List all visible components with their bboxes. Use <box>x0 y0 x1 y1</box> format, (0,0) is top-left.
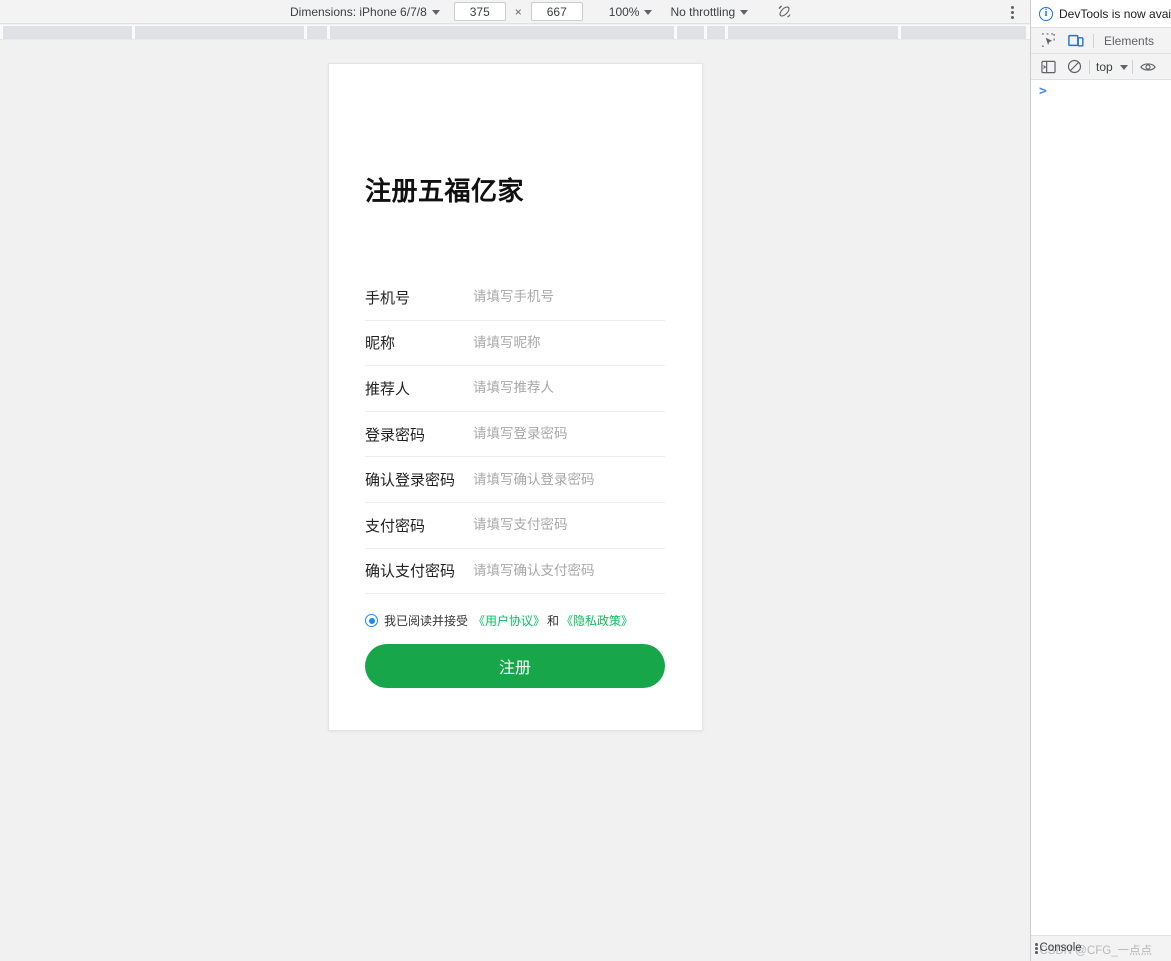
devtools-statusbar: CSDN @CFG_一点点 Console <box>1031 935 1171 961</box>
toolbar-divider <box>1093 33 1094 48</box>
viewport-height-input[interactable] <box>530 2 583 21</box>
registration-page: 注册五福亿家 手机号 昵称 推荐人 登录密码 <box>329 64 702 730</box>
devtools-notice-bar: i DevTools is now avail <box>1031 0 1171 28</box>
nickname-input[interactable] <box>473 334 665 351</box>
form-row-login-password: 登录密码 <box>365 412 665 458</box>
viewport-width-input[interactable] <box>453 2 506 21</box>
chevron-down-icon <box>644 10 653 15</box>
device-select-label: Dimensions: iPhone 6/7/8 <box>290 4 427 19</box>
agreement-row: 我已阅读并接受 《用户协议》 和 《隐私政策》 <box>365 612 633 629</box>
dot <box>1010 10 1014 14</box>
toolbar-divider <box>1131 59 1133 74</box>
confirm-pay-password-input[interactable] <box>473 562 665 579</box>
device-emulation-area: Dimensions: iPhone 6/7/8 × 100% No throt… <box>0 0 1030 961</box>
console-toolbar: top <box>1031 54 1171 80</box>
dot <box>1010 15 1014 19</box>
devtools-notice-text: DevTools is now avail <box>1059 6 1171 21</box>
field-label-confirm-pay-password: 确认支付密码 <box>365 562 456 581</box>
console-sidebar-icon[interactable] <box>1037 57 1059 77</box>
rotate-device-icon[interactable] <box>774 2 794 22</box>
form-row-confirm-login-password: 确认登录密码 <box>365 457 665 503</box>
ruler-segment <box>901 26 1026 39</box>
zoom-select[interactable]: 100% <box>609 0 653 24</box>
console-prompt-row[interactable]: > <box>1031 80 1171 98</box>
field-label-phone: 手机号 <box>365 288 411 307</box>
ruler-segment <box>3 26 132 39</box>
field-label-referrer: 推荐人 <box>365 379 411 398</box>
form-row-phone: 手机号 <box>365 275 665 321</box>
ruler-segment <box>728 26 898 39</box>
emulated-viewport: 注册五福亿家 手机号 昵称 推荐人 登录密码 <box>328 63 703 731</box>
field-label-confirm-login-password: 确认登录密码 <box>365 471 456 490</box>
viewport-ruler[interactable] <box>0 25 1030 40</box>
dimension-times-symbol: × <box>514 4 522 19</box>
ruler-segment <box>307 26 327 39</box>
page-title: 注册五福亿家 <box>365 177 525 207</box>
dot <box>1035 943 1038 946</box>
console-context-label: top <box>1096 59 1113 74</box>
console-context-select[interactable]: top <box>1094 55 1128 79</box>
inspect-element-icon[interactable] <box>1037 31 1059 51</box>
ruler-segment <box>707 26 725 39</box>
device-toolbar-more-button[interactable] <box>1002 2 1022 22</box>
tab-elements[interactable]: Elements <box>1100 34 1158 48</box>
privacy-policy-link[interactable]: 《隐私政策》 <box>561 612 633 629</box>
registration-form: 手机号 昵称 推荐人 登录密码 <box>365 275 665 595</box>
device-select[interactable]: Dimensions: iPhone 6/7/8 <box>290 0 440 24</box>
drawer-tab-console[interactable]: Console <box>1040 942 1082 954</box>
agreement-radio[interactable] <box>365 614 378 627</box>
chevron-down-icon <box>1119 65 1128 70</box>
console-prompt-chevron-icon: > <box>1039 84 1047 99</box>
dot <box>1010 5 1014 9</box>
clear-console-icon[interactable] <box>1063 57 1085 77</box>
chevron-down-icon <box>431 10 440 15</box>
throttling-label: No throttling <box>670 4 736 19</box>
device-toolbar-icon[interactable] <box>1065 31 1087 51</box>
user-agreement-link[interactable]: 《用户协议》 <box>473 612 545 629</box>
zoom-label: 100% <box>608 4 640 19</box>
pay-password-input[interactable] <box>473 517 665 534</box>
confirm-login-password-input[interactable] <box>473 471 665 488</box>
chevron-down-icon <box>740 10 749 15</box>
referrer-input[interactable] <box>473 380 665 397</box>
dot <box>1035 947 1038 950</box>
device-toolbar: Dimensions: iPhone 6/7/8 × 100% No throt… <box>0 0 1030 24</box>
live-expression-eye-icon[interactable] <box>1137 57 1159 77</box>
throttling-select[interactable]: No throttling <box>670 0 749 24</box>
ruler-segment <box>330 26 674 39</box>
register-button[interactable]: 注册 <box>365 644 665 688</box>
form-row-nickname: 昵称 <box>365 321 665 367</box>
ruler-segment <box>677 26 704 39</box>
toolbar-divider <box>1089 59 1090 74</box>
field-label-nickname: 昵称 <box>365 334 396 353</box>
form-row-confirm-pay-password: 确认支付密码 <box>365 549 665 595</box>
login-password-input[interactable] <box>473 426 665 443</box>
screen-root: Dimensions: iPhone 6/7/8 × 100% No throt… <box>0 0 1171 961</box>
console-body[interactable]: > <box>1031 80 1171 935</box>
statusbar-more-icon[interactable] <box>1035 943 1038 954</box>
form-row-referrer: 推荐人 <box>365 366 665 412</box>
info-icon: i <box>1039 6 1053 21</box>
field-label-login-password: 登录密码 <box>365 425 426 444</box>
devtools-panel: i DevTools is now avail Elements top > C… <box>1030 0 1171 961</box>
statusbar-content: CSDN @CFG_一点点 Console <box>1040 936 1171 961</box>
agreement-text: 我已阅读并接受 <box>384 614 469 628</box>
ruler-segment <box>135 26 304 39</box>
devtools-tabbar: Elements <box>1031 28 1171 54</box>
form-row-pay-password: 支付密码 <box>365 503 665 549</box>
agreement-separator: 和 <box>547 614 560 628</box>
phone-input[interactable] <box>473 289 665 306</box>
dot <box>1035 951 1038 954</box>
field-label-pay-password: 支付密码 <box>365 516 426 535</box>
